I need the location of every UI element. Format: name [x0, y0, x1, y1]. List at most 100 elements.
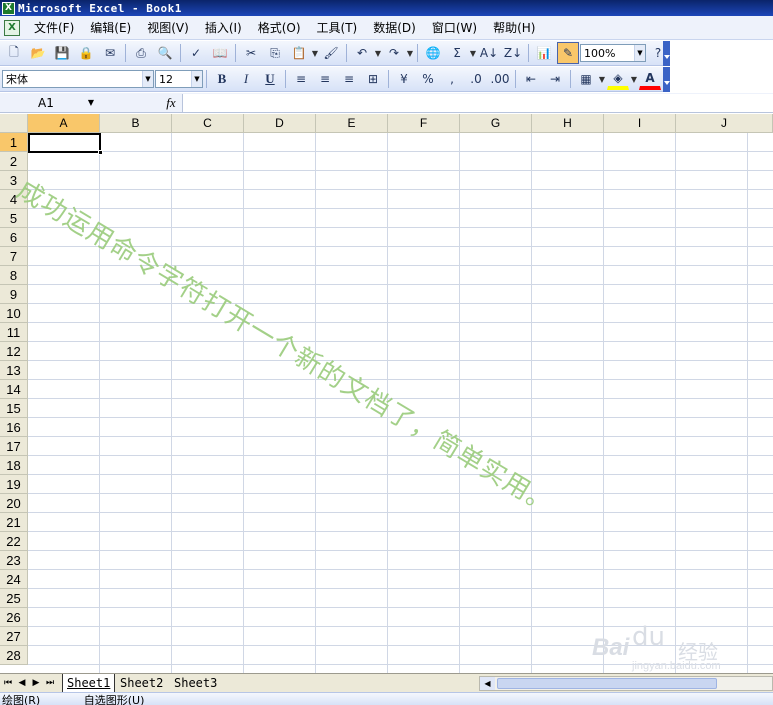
paste-dropdown-icon[interactable]: ▼ — [311, 42, 319, 64]
row-header-22[interactable]: 22 — [0, 532, 28, 551]
row-header-8[interactable]: 8 — [0, 266, 28, 285]
font-name-select[interactable]: 宋体 ▼ — [2, 70, 154, 88]
increase-indent-icon[interactable]: ⇥ — [544, 68, 566, 90]
next-sheet-icon[interactable]: ▶ — [30, 676, 42, 690]
row-header-11[interactable]: 11 — [0, 323, 28, 342]
print-icon[interactable]: ⎙ — [130, 42, 152, 64]
menu-view[interactable]: 视图(V) — [139, 18, 197, 38]
row-header-25[interactable]: 25 — [0, 589, 28, 608]
workbook-icon[interactable]: X — [4, 19, 20, 36]
menu-tools[interactable]: 工具(T) — [309, 18, 366, 38]
undo-dropdown-icon[interactable]: ▼ — [374, 42, 382, 64]
sheet-tab-sheet1[interactable]: Sheet1 — [62, 674, 116, 692]
redo-dropdown-icon[interactable]: ▼ — [406, 42, 414, 64]
percent-icon[interactable]: % — [417, 68, 439, 90]
chevron-down-icon[interactable]: ▼ — [82, 94, 100, 112]
row-header-26[interactable]: 26 — [0, 608, 28, 627]
font-size-select[interactable]: 12 ▼ — [155, 70, 203, 88]
select-all-corner[interactable] — [0, 114, 28, 133]
column-header-a[interactable]: A — [28, 114, 100, 133]
borders-dropdown-icon[interactable]: ▼ — [598, 68, 606, 90]
menu-insert[interactable]: 插入(I) — [197, 18, 250, 38]
formula-input[interactable] — [182, 93, 773, 112]
align-left-icon[interactable]: ≡ — [290, 68, 312, 90]
research-icon[interactable]: 📖 — [209, 42, 231, 64]
row-header-14[interactable]: 14 — [0, 380, 28, 399]
column-header-g[interactable]: G — [460, 114, 532, 133]
column-header-i[interactable]: I — [604, 114, 676, 133]
row-header-18[interactable]: 18 — [0, 456, 28, 475]
chevron-down-icon[interactable]: ▼ — [191, 71, 202, 87]
menu-help[interactable]: 帮助(H) — [485, 18, 543, 38]
row-header-2[interactable]: 2 — [0, 152, 28, 171]
row-header-9[interactable]: 9 — [0, 285, 28, 304]
menu-window[interactable]: 窗口(W) — [424, 18, 485, 38]
column-header-h[interactable]: H — [532, 114, 604, 133]
row-header-5[interactable]: 5 — [0, 209, 28, 228]
chevron-down-icon[interactable]: ▼ — [142, 71, 153, 87]
sort-ascending-icon[interactable]: A↓ — [478, 42, 500, 64]
row-header-17[interactable]: 17 — [0, 437, 28, 456]
row-header-10[interactable]: 10 — [0, 304, 28, 323]
spelling-icon[interactable]: ✓ — [185, 42, 207, 64]
row-header-13[interactable]: 13 — [0, 361, 28, 380]
toolbar-options-icon[interactable] — [663, 41, 670, 66]
row-header-16[interactable]: 16 — [0, 418, 28, 437]
column-header-e[interactable]: E — [316, 114, 388, 133]
chart-wizard-icon[interactable]: 📊 — [533, 42, 555, 64]
new-icon[interactable]: 🗋 — [3, 42, 25, 64]
email-icon[interactable]: ✉ — [99, 42, 121, 64]
autosum-icon[interactable]: Σ — [446, 42, 468, 64]
hyperlink-icon[interactable]: 🌐 — [422, 42, 444, 64]
column-header-j[interactable]: J — [676, 114, 773, 133]
open-icon[interactable]: 📂 — [27, 42, 49, 64]
undo-icon[interactable]: ↶ — [351, 42, 373, 64]
insert-function-button[interactable]: fx — [160, 94, 182, 112]
prev-sheet-icon[interactable]: ◀ — [16, 676, 28, 690]
scroll-left-icon[interactable]: ◀ — [480, 677, 495, 690]
decrease-decimal-icon[interactable]: .00 — [489, 68, 511, 90]
menu-format[interactable]: 格式(O) — [250, 18, 309, 38]
sheet-tab-sheet2[interactable]: Sheet2 — [116, 674, 167, 692]
menu-file[interactable]: 文件(F) — [26, 18, 82, 38]
save-icon[interactable]: 💾 — [51, 42, 73, 64]
toolbar-options-icon[interactable] — [663, 67, 670, 92]
fill-handle[interactable] — [98, 150, 103, 155]
draw-menu-button[interactable]: 绘图(R) — [2, 694, 40, 705]
column-header-c[interactable]: C — [172, 114, 244, 133]
column-header-d[interactable]: D — [244, 114, 316, 133]
column-header-f[interactable]: F — [388, 114, 460, 133]
zoom-select[interactable]: 100% ▼ — [580, 44, 646, 62]
underline-button[interactable]: U — [259, 68, 281, 90]
fill-color-icon[interactable]: ◈ — [607, 68, 629, 90]
paste-icon[interactable]: 📋 — [288, 42, 310, 64]
fill-color-dropdown-icon[interactable]: ▼ — [630, 68, 638, 90]
increase-decimal-icon[interactable]: .0 — [465, 68, 487, 90]
sheet-tab-sheet3[interactable]: Sheet3 — [170, 674, 221, 692]
row-header-12[interactable]: 12 — [0, 342, 28, 361]
borders-icon[interactable]: ▦ — [575, 68, 597, 90]
last-sheet-icon[interactable]: ⏭ — [44, 676, 56, 690]
row-header-20[interactable]: 20 — [0, 494, 28, 513]
row-header-7[interactable]: 7 — [0, 247, 28, 266]
row-header-19[interactable]: 19 — [0, 475, 28, 494]
cut-icon[interactable]: ✂ — [240, 42, 262, 64]
row-header-15[interactable]: 15 — [0, 399, 28, 418]
first-sheet-icon[interactable]: ⏮ — [2, 676, 14, 690]
row-header-24[interactable]: 24 — [0, 570, 28, 589]
column-header-b[interactable]: B — [100, 114, 172, 133]
horizontal-scrollbar[interactable]: ◀ — [479, 676, 773, 691]
sort-descending-icon[interactable]: Z↓ — [502, 42, 524, 64]
permission-icon[interactable]: 🔒 — [75, 42, 97, 64]
menu-data[interactable]: 数据(D) — [365, 18, 424, 38]
chevron-down-icon[interactable]: ▼ — [634, 45, 645, 61]
row-header-27[interactable]: 27 — [0, 627, 28, 646]
drawing-icon[interactable]: ✎ — [557, 42, 579, 64]
comma-icon[interactable]: , — [441, 68, 463, 90]
font-color-icon[interactable]: A — [639, 68, 661, 90]
align-center-icon[interactable]: ≡ — [314, 68, 336, 90]
align-right-icon[interactable]: ≡ — [338, 68, 360, 90]
excel-icon[interactable]: X — [2, 1, 15, 15]
merge-center-icon[interactable]: ⊞ — [362, 68, 384, 90]
row-header-1[interactable]: 1 — [0, 133, 28, 152]
